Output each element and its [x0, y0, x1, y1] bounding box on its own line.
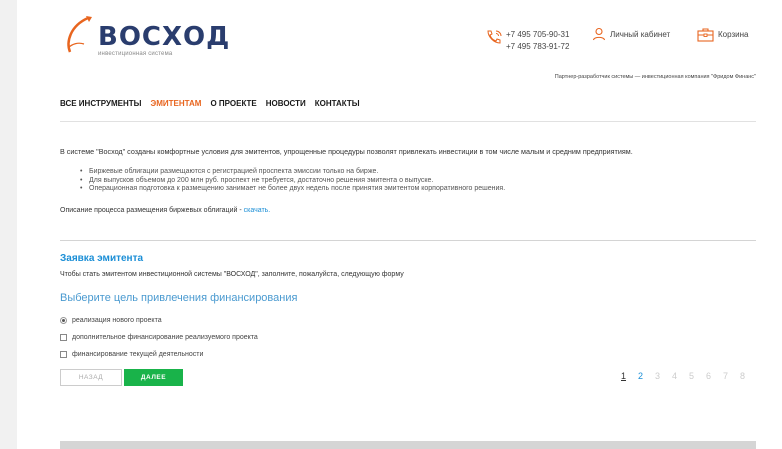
- pagination: 1 2 3 4 5 6 7 8: [621, 371, 757, 381]
- back-button[interactable]: НАЗАД: [60, 369, 122, 386]
- logo-rocket-icon: [67, 16, 92, 53]
- list-item: Биржевые облигации размещаются с регистр…: [80, 168, 505, 177]
- list-item: Операционная подготовка к размещению зан…: [80, 185, 505, 194]
- briefcase-icon: [697, 28, 714, 42]
- intro-bullets: Биржевые облигации размещаются с регистр…: [80, 168, 505, 194]
- next-button[interactable]: ДАЛЕЕ: [124, 369, 183, 386]
- nav-item-all-instruments[interactable]: ВСЕ ИНСТРУМЕНТЫ: [60, 99, 142, 108]
- nav-divider: [60, 121, 756, 122]
- cart-link[interactable]: Корзина: [697, 27, 748, 42]
- nav-item-contacts[interactable]: КОНТАКТЫ: [315, 99, 360, 108]
- cart-label: Корзина: [718, 30, 749, 39]
- description-line: Описание процесса размещения биржевых об…: [60, 207, 270, 214]
- phone-icon: [487, 30, 502, 44]
- page-2[interactable]: 2: [638, 371, 655, 381]
- download-link[interactable]: скачать.: [244, 207, 271, 214]
- option-label: реализация нового проекта: [72, 317, 162, 324]
- option-current-activity[interactable]: финансирование текущей деятельности: [60, 346, 258, 363]
- section-divider: [60, 240, 756, 241]
- partner-text: Партнер-разработчик системы — инвестицио…: [554, 74, 756, 80]
- goal-options: реализация нового проекта дополнительное…: [60, 312, 258, 363]
- page: ВОСХОД инвестиционная система +7 495 705…: [17, 0, 782, 449]
- user-icon: [592, 27, 606, 41]
- phone-1[interactable]: +7 495 705-90-31: [506, 29, 569, 41]
- list-item: Для выпусков объемом до 200 млн руб. про…: [80, 177, 505, 186]
- form-description: Чтобы стать эмитентом инвестиционной сис…: [60, 271, 404, 278]
- page-4[interactable]: 4: [672, 371, 689, 381]
- option-label: дополнительное финансирование реализуемо…: [72, 334, 258, 341]
- checkbox[interactable]: [60, 351, 67, 358]
- phone-2[interactable]: +7 495 783-91-72: [506, 41, 569, 53]
- goal-title: Выберите цель привлечения финансирования: [60, 292, 298, 304]
- intro-text: В системе "Восход" созданы комфортные ус…: [60, 147, 633, 156]
- radio-button[interactable]: [60, 317, 67, 324]
- logo[interactable]: ВОСХОД инвестиционная система: [62, 14, 230, 57]
- page-8[interactable]: 8: [740, 371, 757, 381]
- personal-cabinet-link[interactable]: Личный кабинет: [592, 27, 670, 41]
- phone-contact: +7 495 705-90-31 +7 495 783-91-72: [485, 29, 569, 53]
- logo-title: ВОСХОД: [98, 22, 231, 52]
- description-text: Описание процесса размещения биржевых об…: [60, 207, 244, 214]
- checkbox[interactable]: [60, 334, 67, 341]
- main-nav: ВСЕ ИНСТРУМЕНТЫ ЭМИТЕНТАМ О ПРОЕКТЕ НОВО…: [60, 99, 369, 108]
- page-5[interactable]: 5: [689, 371, 706, 381]
- option-label: финансирование текущей деятельности: [72, 351, 204, 358]
- footer-bar: [60, 441, 756, 449]
- cabinet-label: Личный кабинет: [610, 29, 671, 39]
- option-new-project[interactable]: реализация нового проекта: [60, 312, 258, 329]
- page-3[interactable]: 3: [655, 371, 672, 381]
- nav-item-news[interactable]: НОВОСТИ: [266, 99, 306, 108]
- page-6[interactable]: 6: [706, 371, 723, 381]
- page-1[interactable]: 1: [621, 371, 638, 381]
- option-additional-financing[interactable]: дополнительное финансирование реализуемо…: [60, 329, 258, 346]
- nav-item-about[interactable]: О ПРОЕКТЕ: [210, 99, 256, 108]
- nav-item-issuers[interactable]: ЭМИТЕНТАМ: [151, 99, 202, 108]
- form-title: Заявка эмитента: [60, 253, 144, 264]
- page-7[interactable]: 7: [723, 371, 740, 381]
